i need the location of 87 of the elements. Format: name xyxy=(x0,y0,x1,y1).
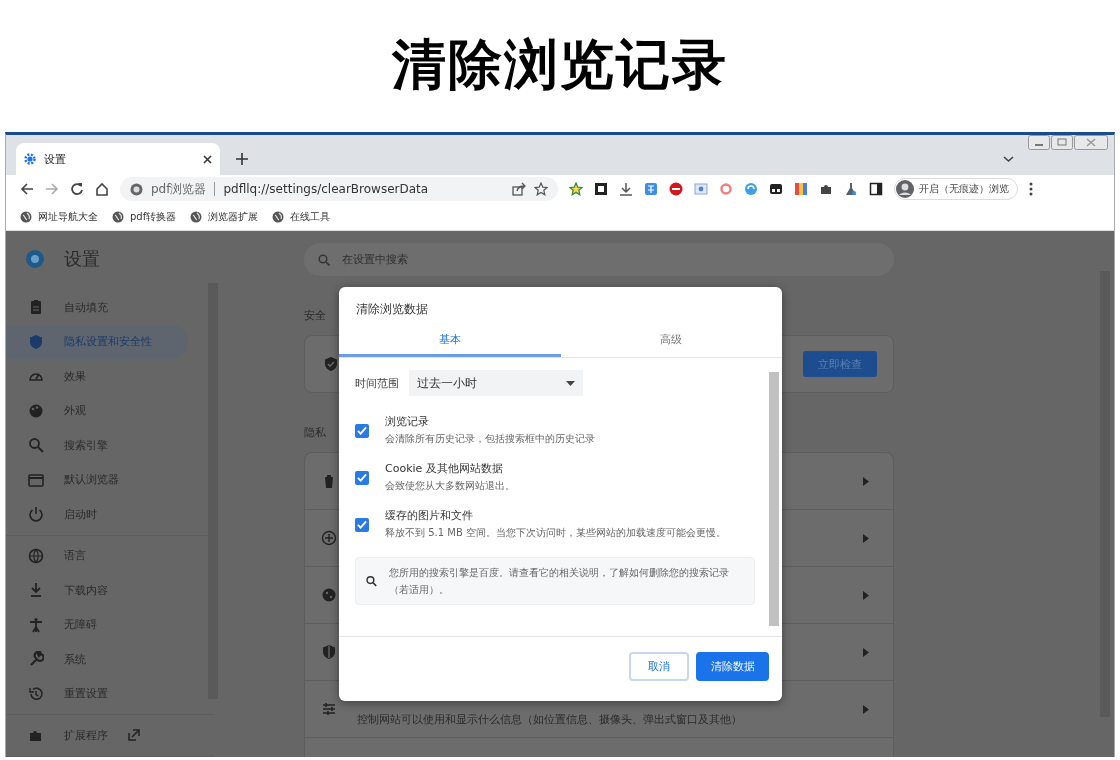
scrollbar[interactable] xyxy=(769,372,779,626)
globe-icon xyxy=(112,210,124,223)
checkbox[interactable] xyxy=(355,470,369,485)
sidebar-item[interactable]: 系统 xyxy=(6,642,188,677)
shield-icon xyxy=(321,644,337,660)
field-label: 时间范围 xyxy=(355,375,399,391)
time-range-dropdown[interactable]: 过去一小时 xyxy=(409,370,583,396)
cookie-icon xyxy=(321,587,337,603)
globe-icon xyxy=(20,210,32,223)
arrow-right-icon[interactable] xyxy=(863,476,869,486)
arrow-right-icon[interactable] xyxy=(863,533,869,543)
globe-icon xyxy=(190,210,203,223)
tab-title: 设置 xyxy=(44,151,67,167)
dialog-tab[interactable]: 基本 xyxy=(339,327,561,357)
settings-logo-icon xyxy=(26,250,44,268)
dialog-title: 清除浏览数据 xyxy=(355,301,429,318)
stop-sign-icon[interactable] xyxy=(669,182,683,196)
checkbox[interactable] xyxy=(355,423,369,438)
check-icon xyxy=(357,426,367,435)
site-label: pdf浏览器 xyxy=(151,180,207,198)
clipboard-icon xyxy=(28,299,44,316)
option-description: 释放不到 5.1 MB 空间。当您下次访问时，某些网站的加载速度可能会更慢。 xyxy=(385,526,727,540)
share-icon[interactable] xyxy=(512,182,526,196)
checkbox[interactable] xyxy=(355,517,369,532)
check-icon xyxy=(357,473,367,482)
search-icon xyxy=(28,437,44,454)
camera-icon[interactable] xyxy=(694,182,708,196)
avatar-icon xyxy=(896,180,914,198)
option-title: Cookie 及其他网站数据 xyxy=(385,461,504,476)
translate-icon[interactable] xyxy=(644,182,658,196)
dialog-tab[interactable]: 高级 xyxy=(560,327,782,357)
square-icon[interactable] xyxy=(594,182,608,196)
plus-icon[interactable] xyxy=(236,153,248,165)
cancel-button[interactable]: 取消 xyxy=(629,651,689,681)
option-description: 会致使您从大多数网站退出。 xyxy=(385,479,516,493)
search-icon xyxy=(366,575,377,587)
caret-icon xyxy=(566,380,575,386)
globe-icon xyxy=(272,210,285,223)
circle-logo-icon[interactable] xyxy=(744,182,758,196)
history-icon xyxy=(28,685,44,702)
accessibility-icon xyxy=(28,616,44,633)
option-title: 浏览记录 xyxy=(385,414,430,429)
settings-title: 设置 xyxy=(64,247,100,271)
side-panel-icon[interactable] xyxy=(869,182,883,196)
notice-box: 您所用的搜索引擎是百度。请查看它的相关说明，了解如何删除您的搜索记录（若适用）。 xyxy=(355,557,755,605)
more-icon[interactable] xyxy=(1029,182,1033,196)
bookmark[interactable]: 在线工具 xyxy=(272,209,331,224)
arrow-right-icon[interactable] xyxy=(863,590,869,600)
power-icon xyxy=(28,506,44,523)
clear-data-button[interactable]: 清除数据 xyxy=(696,651,769,681)
arrow-right-icon[interactable] xyxy=(863,647,869,657)
back-icon[interactable] xyxy=(20,182,34,196)
option-title: 缓存的图片和文件 xyxy=(385,508,474,523)
bookmark[interactable]: 浏览器扩展 xyxy=(190,209,259,224)
browser-window-icon xyxy=(28,471,44,488)
close-icon[interactable] xyxy=(203,154,212,164)
minimize-icon[interactable] xyxy=(1028,135,1050,150)
check-now-button[interactable]: 立即检查 xyxy=(803,351,877,377)
gear-icon xyxy=(24,153,36,165)
page-heading: 清除浏览记录 xyxy=(391,31,729,98)
bookmark[interactable]: 网址导航大全 xyxy=(20,209,98,224)
reload-icon[interactable] xyxy=(70,182,84,196)
option-description: 会清除所有历史记录，包括搜索框中的历史记录 xyxy=(385,432,596,446)
forward-icon[interactable] xyxy=(45,182,59,196)
address-bar[interactable]: pdf浏览器 pdfllq://settings/clearBrowserData xyxy=(120,177,558,201)
star-icon[interactable] xyxy=(569,182,583,196)
bookmark[interactable]: pdf转换器 xyxy=(112,209,177,224)
shield-check-icon xyxy=(323,356,339,372)
download-icon xyxy=(28,582,44,599)
download-icon[interactable] xyxy=(619,182,633,196)
star-outline-icon[interactable] xyxy=(534,182,548,196)
check-icon xyxy=(357,520,367,529)
external-link-icon xyxy=(128,729,140,742)
arrow-right-icon[interactable] xyxy=(863,704,869,714)
url-text: pdfllq://settings/clearBrowserData xyxy=(223,182,429,196)
grid-icon[interactable] xyxy=(769,182,783,196)
flask-icon[interactable] xyxy=(844,182,858,196)
globe-icon xyxy=(130,182,143,196)
sliders-icon xyxy=(321,701,337,717)
globe-icon xyxy=(28,547,44,564)
browser-tab[interactable]: 设置 xyxy=(16,143,220,175)
home-icon[interactable] xyxy=(95,182,109,196)
plus-circle-icon xyxy=(321,530,337,546)
chevron-down-icon[interactable] xyxy=(1003,156,1014,163)
ring-icon[interactable] xyxy=(719,182,733,196)
shield-icon xyxy=(28,333,44,350)
maximize-icon[interactable] xyxy=(1051,135,1073,150)
